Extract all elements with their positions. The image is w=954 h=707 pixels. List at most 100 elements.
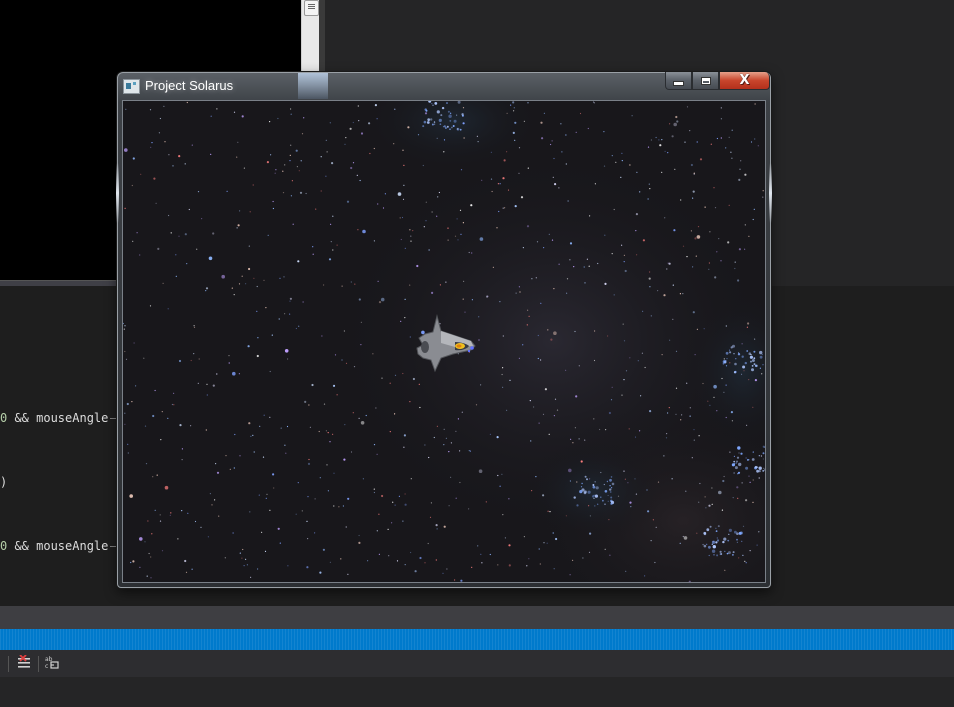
star [402, 520, 404, 522]
star [628, 428, 630, 430]
star [734, 370, 737, 373]
star [449, 128, 451, 130]
clear-all-list-icon[interactable] [16, 655, 32, 671]
star [462, 107, 465, 109]
star [696, 328, 699, 330]
star [661, 139, 663, 141]
close-button[interactable]: X [719, 72, 770, 90]
star [269, 509, 271, 511]
star [187, 512, 189, 514]
star [486, 295, 489, 298]
star [320, 190, 322, 192]
star [597, 262, 599, 265]
star [446, 568, 448, 570]
star [261, 531, 263, 533]
star [761, 353, 763, 356]
star [129, 494, 133, 498]
horizontal-scrollbar[interactable] [0, 606, 954, 629]
star [711, 543, 713, 545]
star [441, 106, 445, 110]
output-toolbar: ab c [0, 650, 954, 677]
scroll-thumb[interactable] [304, 0, 319, 16]
star [155, 202, 157, 204]
star [139, 537, 143, 541]
star [267, 234, 269, 236]
star [729, 451, 731, 453]
star [733, 455, 736, 457]
star [239, 552, 241, 554]
star [468, 251, 470, 254]
star [565, 515, 567, 517]
star [150, 577, 152, 579]
minimize-button[interactable] [665, 72, 692, 90]
star [708, 554, 710, 557]
star [734, 362, 737, 366]
star [531, 278, 533, 280]
star [621, 244, 623, 246]
status-bar [0, 629, 954, 650]
star [519, 291, 521, 293]
star [345, 362, 348, 364]
star [159, 520, 162, 522]
star [723, 358, 725, 360]
star [410, 551, 412, 554]
star [739, 531, 743, 535]
star [646, 489, 648, 491]
star [376, 118, 378, 120]
star [295, 513, 297, 515]
star [450, 476, 452, 478]
star [354, 283, 356, 285]
star [589, 215, 591, 217]
star [665, 437, 668, 439]
star [594, 330, 596, 332]
app-window-icon[interactable] [123, 79, 140, 94]
code-line: 0 && mouseAngle [0, 411, 109, 425]
star [694, 237, 697, 240]
star [306, 566, 309, 569]
star [722, 363, 725, 365]
star [649, 188, 651, 190]
game-canvas[interactable] [122, 100, 766, 583]
star [568, 468, 572, 473]
word-wrap-icon[interactable]: ab c [45, 655, 61, 671]
star [611, 386, 613, 388]
star [736, 541, 739, 543]
star [679, 542, 681, 544]
star [623, 261, 625, 263]
star [611, 253, 613, 255]
star [661, 171, 663, 173]
star [124, 325, 126, 327]
star [160, 439, 162, 441]
star [125, 108, 127, 110]
star [732, 344, 735, 348]
game-window[interactable]: Project Solarus X [116, 72, 772, 588]
star [491, 190, 493, 193]
star [236, 227, 238, 229]
star [580, 460, 583, 463]
star [503, 159, 506, 162]
star [399, 217, 401, 219]
star [398, 495, 400, 497]
maximize-button[interactable] [692, 72, 719, 90]
star [709, 231, 711, 233]
star [727, 551, 731, 555]
star [668, 407, 670, 409]
star [459, 481, 461, 484]
star [193, 353, 195, 355]
star [560, 123, 562, 125]
star [661, 354, 663, 356]
star [201, 218, 203, 220]
star [752, 218, 754, 221]
star [549, 511, 551, 513]
star [319, 477, 321, 479]
star [284, 313, 286, 315]
star [607, 500, 609, 502]
star [224, 557, 226, 559]
star [683, 536, 688, 540]
star [256, 310, 258, 312]
star [635, 213, 639, 216]
star [510, 104, 512, 106]
star [506, 112, 508, 114]
star [207, 536, 209, 538]
star [143, 357, 145, 359]
